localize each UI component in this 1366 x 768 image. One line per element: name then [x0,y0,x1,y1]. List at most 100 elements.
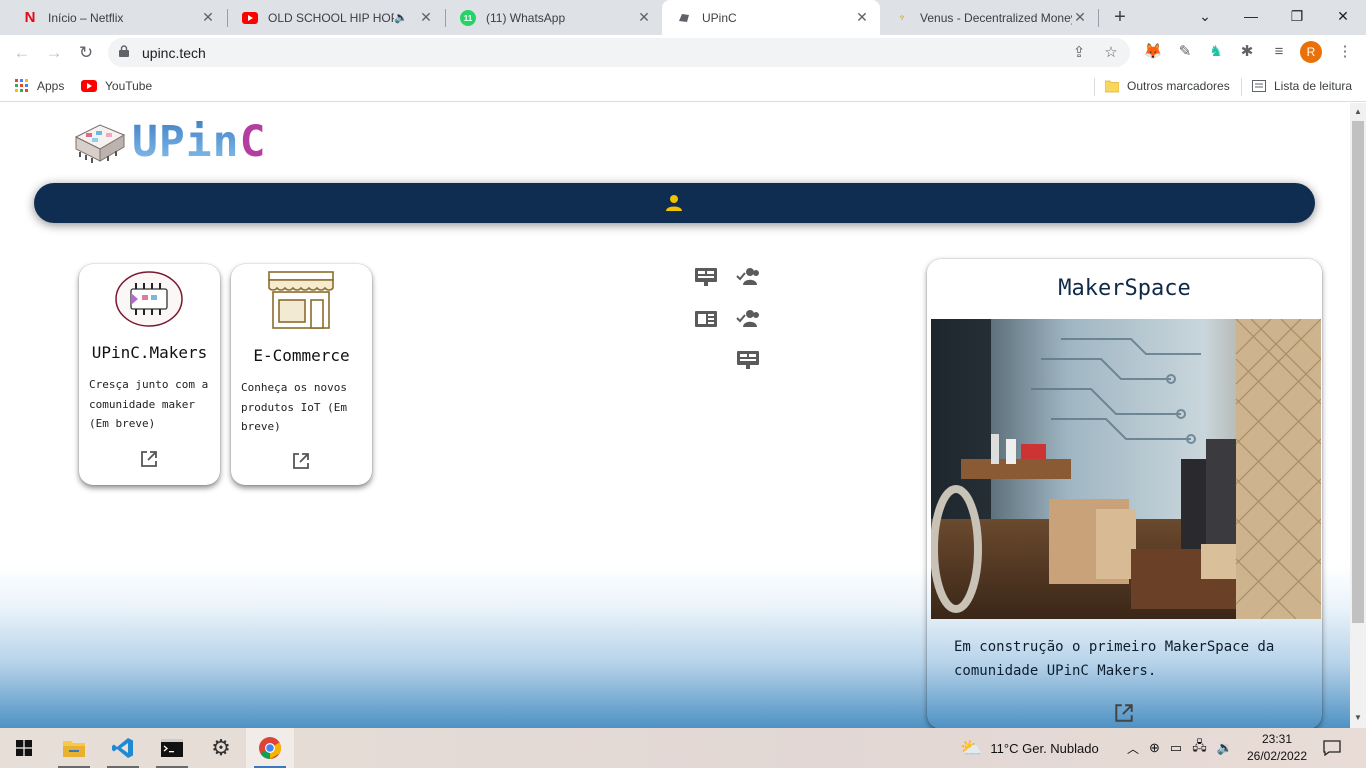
tab-youtube-music[interactable]: OLD SCHOOL HIP HOP M 🔈 ✕ [228,0,444,35]
tab-venus[interactable]: ♆ Venus - Decentralized Money ✕ [880,0,1098,35]
user-icon[interactable] [665,194,683,212]
tab-netflix[interactable]: N Início – Netflix ✕ [8,0,226,35]
close-icon[interactable]: ✕ [636,9,652,26]
group-check-icon[interactable] [736,267,760,287]
scroll-down-arrow[interactable]: ▼ [1350,713,1366,722]
show-hidden-icons-icon[interactable]: ︿ [1127,740,1139,757]
people-icon[interactable]: ⊕ [1149,740,1160,756]
external-link-icon[interactable] [291,451,311,471]
gear-icon: ⚙ [211,735,231,760]
notifications-icon[interactable] [1323,728,1341,768]
settings-button[interactable]: ⚙ [197,728,245,768]
menu-icon[interactable]: ⋮ [1334,41,1356,63]
close-icon[interactable]: ✕ [418,9,434,26]
youtube-icon [81,80,97,92]
tab-upinc[interactable]: UPinC ✕ [662,0,880,35]
news-card-icon[interactable] [694,309,718,329]
clock-time: 23:31 [1261,732,1293,746]
presentation-icon[interactable] [694,267,718,287]
group-check-icon[interactable] [736,309,760,329]
bookmark-label: Apps [37,79,65,93]
close-icon[interactable]: ✕ [200,9,216,26]
makerspace-title: MakerSpace [1058,276,1191,301]
close-icon[interactable]: ✕ [1072,9,1088,26]
reading-list-label: Lista de leitura [1274,79,1353,93]
media-control-icon[interactable]: ≡ [1268,41,1290,63]
page-content: UPin C UPinC.Makers Cresça junto com a co… [0,103,1350,728]
bookmark-star-icon[interactable]: ☆ [1100,42,1122,64]
other-bookmarks[interactable]: Outros marcadores [1105,77,1230,95]
close-window-button[interactable]: ✕ [1320,0,1366,35]
speaker-icon[interactable]: 🔈 [394,11,408,24]
terminal-button[interactable] [148,728,196,768]
bookmark-label: YouTube [105,79,153,93]
makerspace-photo [931,319,1321,619]
external-link-icon[interactable] [1113,702,1135,724]
upinc-icon [676,10,692,26]
profile-avatar[interactable]: R [1300,41,1322,63]
folder-icon [1105,80,1119,93]
cloudy-icon: ⛅ [960,737,983,758]
system-clock[interactable]: 23:31 26/02/2022 [1246,731,1308,765]
back-button[interactable]: ← [9,40,35,66]
terminal-icon [161,739,183,757]
chip-logo-icon [74,124,126,163]
lock-icon[interactable] [119,45,129,57]
url-text[interactable]: upinc.tech [142,45,206,61]
metamask-icon[interactable]: 🦊 [1142,41,1164,63]
tab-title: Venus - Decentralized Money [920,10,1072,25]
chrome-button[interactable] [246,728,294,768]
logo-c: C [239,117,266,167]
makerspace-description: Em construção o primeiro MakerSpace da c… [954,639,1275,679]
browser-tab-strip: N Início – Netflix ✕ OLD SCHOOL HIP HOP … [0,0,1366,35]
card-e-commerce[interactable]: E-Commerce Conheça os novos produtos IoT… [231,264,372,485]
bookmark-youtube[interactable]: YouTube [81,77,152,95]
card-description: Conheça os novos produtos IoT (Em breve) [241,381,347,433]
tab-title: (11) WhatsApp [486,10,566,25]
vscode-button[interactable] [99,728,147,768]
card-upinc-makers[interactable]: UPinC.Makers Cresça junto com a comunida… [79,264,220,485]
page-scrollbar[interactable]: ▲ ▼ [1350,103,1366,728]
file-explorer-button[interactable] [50,728,98,768]
whatsapp-icon: 11 [460,9,476,26]
reload-button[interactable]: ↻ [73,40,99,66]
minimize-button[interactable]: — [1228,0,1274,35]
reading-list[interactable]: Lista de leitura [1252,77,1352,95]
tab-title: Início – Netflix [48,10,124,25]
forward-button[interactable]: → [41,40,67,66]
extension-icon[interactable]: ♞ [1205,41,1227,63]
tray-icons: ︿ ⊕ ▭ 🖧 🔉 [1127,728,1233,768]
venus-icon: ♆ [897,11,907,24]
tab-title: UPinC [702,10,737,25]
share-icon[interactable]: ⇪ [1068,42,1090,64]
vscode-icon [112,738,133,758]
start-button[interactable] [0,728,48,768]
eyedropper-icon[interactable]: ✎ [1174,41,1196,63]
close-icon[interactable]: ✕ [854,9,870,26]
bookmarks-bar: Apps YouTube Outros marcadores Lista de … [0,71,1366,102]
tab-search-icon[interactable]: ⌄ [1182,0,1228,35]
reading-list-icon [1252,80,1266,92]
storefront-icon [268,271,334,329]
scrollbar-thumb[interactable] [1352,121,1364,623]
maximize-button[interactable]: ❐ [1274,0,1320,35]
chip-circle-icon [115,271,183,327]
scroll-up-arrow[interactable]: ▲ [1350,107,1366,116]
volume-icon[interactable]: 🔉 [1217,740,1233,756]
new-tab-button[interactable]: + [1108,5,1132,29]
network-icon[interactable]: 🖧 [1192,737,1207,759]
address-bar[interactable]: upinc.tech ⇪ ☆ [108,38,1130,67]
tab-whatsapp[interactable]: 11 (11) WhatsApp ✕ [446,0,662,35]
makerspace-card[interactable]: MakerSpace Em construção o primeiro Make… [927,259,1322,728]
tab-title: OLD SCHOOL HIP HOP M [268,10,394,25]
logo-text: UPin [132,117,240,167]
puzzle-icon[interactable]: ✱ [1236,41,1258,63]
windows-taskbar: ⚙ ⛅ 11°C Ger. Nublado ︿ ⊕ ▭ 🖧 🔉 23:31 26… [0,728,1366,768]
presentation-icon[interactable] [736,350,760,370]
battery-icon[interactable]: ▭ [1170,740,1182,756]
external-link-icon[interactable] [139,449,159,469]
bookmark-apps[interactable]: Apps [15,77,64,95]
weather-widget[interactable]: ⛅ 11°C Ger. Nublado [960,728,1099,768]
upinc-logo[interactable]: UPin C [72,117,265,167]
card-description: Cresça junto com a comunidade maker (Em … [89,378,209,430]
